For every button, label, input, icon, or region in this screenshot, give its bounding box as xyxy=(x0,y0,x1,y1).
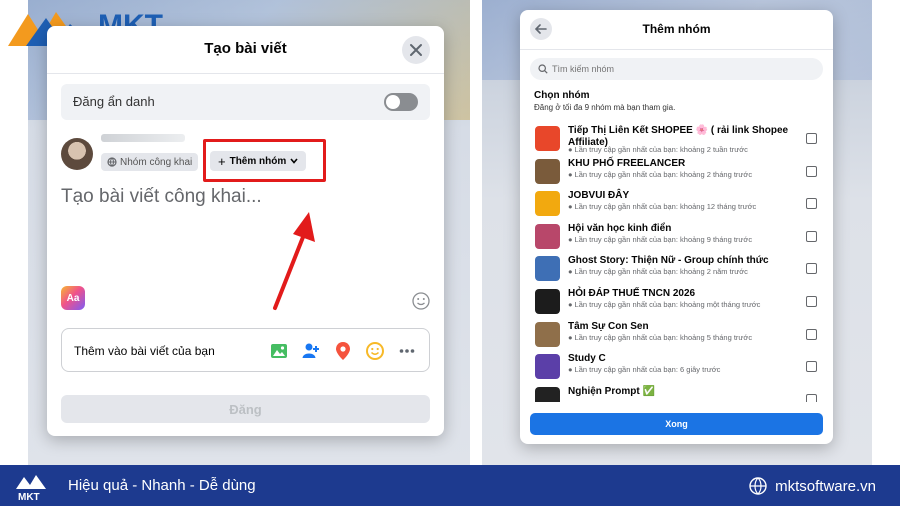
post-button[interactable]: Đăng xyxy=(61,395,430,423)
globe-icon xyxy=(749,477,767,495)
list-item[interactable]: HỎI ĐÁP THUẾ TNCN 2026 ● Lần truy cập gầ… xyxy=(520,285,833,318)
group-name: KHU PHỐ FREELANCER xyxy=(568,157,686,169)
list-item[interactable]: Tâm Sự Con Sen ● Lần truy cập gần nhất c… xyxy=(520,318,833,351)
group-name: Ghost Story: Thiện Nữ - Group chính thức xyxy=(568,255,769,267)
group-name: Tâm Sự Con Sen xyxy=(568,320,649,332)
done-button[interactable]: Xong xyxy=(530,413,823,435)
anonymous-label: Đăng ẩn danh xyxy=(73,94,155,109)
group-list: Tiếp Thị Liên Kết SHOPEE 🌸 ( rải link Sh… xyxy=(520,122,833,402)
search-input[interactable] xyxy=(552,64,802,74)
group-checkbox[interactable] xyxy=(806,393,817,402)
group-meta: ● Lần truy cập gần nhất của bạn: khoảng … xyxy=(568,299,761,309)
emoji-button[interactable] xyxy=(412,292,430,315)
add-to-post-bar: Thêm vào bài viết của bạn xyxy=(61,328,430,372)
dialog-title: Tạo bài viết xyxy=(204,40,287,57)
highlight-box-annotation xyxy=(203,139,326,182)
tag-people-icon[interactable] xyxy=(299,339,323,363)
red-arrow-annotation xyxy=(273,212,315,310)
group-checkbox[interactable] xyxy=(806,361,817,373)
group-thumbnail xyxy=(535,223,560,249)
group-thumbnail xyxy=(535,191,560,217)
privacy-chip[interactable]: Nhóm công khai xyxy=(101,153,199,171)
post-text-area[interactable]: Tạo bài viết công khai... xyxy=(61,186,262,208)
footer-bar: MKT Hiệu quả - Nhanh - Dễ dùng mktsoftwa… xyxy=(0,465,900,506)
group-meta: ● Lần truy cập gần nhất của bạn: 6 giây … xyxy=(568,365,721,375)
website-text: mktsoftware.vn xyxy=(775,477,876,495)
group-search xyxy=(530,58,823,80)
list-item[interactable]: Ghost Story: Thiện Nữ - Group chính thức… xyxy=(520,252,833,285)
dialog-header: Tạo bài viết xyxy=(47,26,444,74)
list-item[interactable]: Study C ● Lần truy cập gần nhất của bạn:… xyxy=(520,350,833,383)
footer-website[interactable]: mktsoftware.vn xyxy=(749,477,876,495)
group-meta: ● Lần truy cập gần nhất của bạn: khoảng … xyxy=(568,145,748,154)
group-thumbnail xyxy=(535,321,560,347)
group-name: JOBVUI ĐÂY xyxy=(568,190,630,202)
group-name: HỎI ĐÁP THUẾ TNCN 2026 xyxy=(568,287,696,299)
choose-group-title: Chọn nhóm xyxy=(534,90,590,101)
group-meta: ● Lần truy cập gần nhất của bạn: khoảng … xyxy=(568,234,753,244)
footer-tagline: Hiệu quả - Nhanh - Dễ dùng xyxy=(68,477,256,494)
create-post-dialog: Tạo bài viết Đăng ẩn danh Nhóm công khai… xyxy=(47,26,444,436)
group-meta: ● Lần truy cập gần nhất của bạn: khoảng … xyxy=(568,169,753,179)
privacy-label: Nhóm công khai xyxy=(120,156,193,168)
choose-group-subtitle: Đăng ở tối đa 9 nhóm mà bạn tham gia. xyxy=(534,103,676,112)
group-meta: ● Lần truy cập gần nhất của bạn: khoảng … xyxy=(568,332,753,342)
group-thumbnail xyxy=(535,158,560,184)
toggle-knob xyxy=(386,95,400,109)
group-checkbox[interactable] xyxy=(806,328,817,340)
anonymous-post-row: Đăng ẩn danh xyxy=(61,84,430,120)
group-name: Study C xyxy=(568,353,606,365)
group-checkbox[interactable] xyxy=(806,198,817,210)
location-icon[interactable] xyxy=(331,339,355,363)
list-item[interactable]: KHU PHỐ FREELANCER ● Lần truy cập gần nh… xyxy=(520,155,833,188)
group-thumbnail xyxy=(535,256,560,282)
group-checkbox[interactable] xyxy=(806,295,817,307)
username-blurred xyxy=(101,134,185,142)
add-group-dialog: Thêm nhóm Chọn nhóm Đăng ở tối đa 9 nhóm… xyxy=(520,10,833,444)
add-to-post-icons xyxy=(267,339,419,363)
photo-icon[interactable] xyxy=(267,339,291,363)
dialog-header: Thêm nhóm xyxy=(520,10,833,50)
add-to-post-label: Thêm vào bài viết của bạn xyxy=(74,344,215,358)
group-thumbnail xyxy=(535,354,560,380)
group-thumbnail xyxy=(535,288,560,314)
group-name: Hội văn học kinh điển xyxy=(568,222,672,234)
more-icon[interactable] xyxy=(395,339,419,363)
text-format-button[interactable]: Aa xyxy=(61,286,85,310)
dialog-title: Thêm nhóm xyxy=(642,22,711,36)
group-thumbnail xyxy=(535,126,560,151)
footer-logo-text: MKT xyxy=(18,492,40,501)
list-item[interactable]: Tiếp Thị Liên Kết SHOPEE 🌸 ( rải link Sh… xyxy=(520,122,833,155)
close-button[interactable] xyxy=(402,36,430,64)
group-checkbox[interactable] xyxy=(806,263,817,275)
mkt-footer-logo-icon: MKT xyxy=(16,475,46,501)
list-item[interactable]: Nghiện Prompt ✅ xyxy=(520,383,833,402)
group-checkbox[interactable] xyxy=(806,230,817,242)
group-meta: ● Lần truy cập gần nhất của bạn: khoảng … xyxy=(568,267,748,277)
list-item[interactable]: Hội văn học kinh điển ● Lần truy cập gần… xyxy=(520,220,833,253)
close-icon xyxy=(410,44,422,56)
list-item[interactable]: JOBVUI ĐÂY ● Lần truy cập gần nhất của b… xyxy=(520,187,833,220)
avatar[interactable] xyxy=(61,138,93,170)
globe-icon xyxy=(107,157,117,167)
anonymous-toggle[interactable] xyxy=(384,93,418,111)
feeling-icon[interactable] xyxy=(363,339,387,363)
group-meta: ● Lần truy cập gần nhất của bạn: khoảng … xyxy=(568,202,757,212)
group-checkbox[interactable] xyxy=(806,133,817,144)
smiley-icon xyxy=(412,292,430,310)
search-icon xyxy=(538,64,548,74)
group-name: Nghiện Prompt ✅ xyxy=(568,385,655,397)
group-thumbnail xyxy=(535,386,560,402)
group-checkbox[interactable] xyxy=(806,165,817,177)
